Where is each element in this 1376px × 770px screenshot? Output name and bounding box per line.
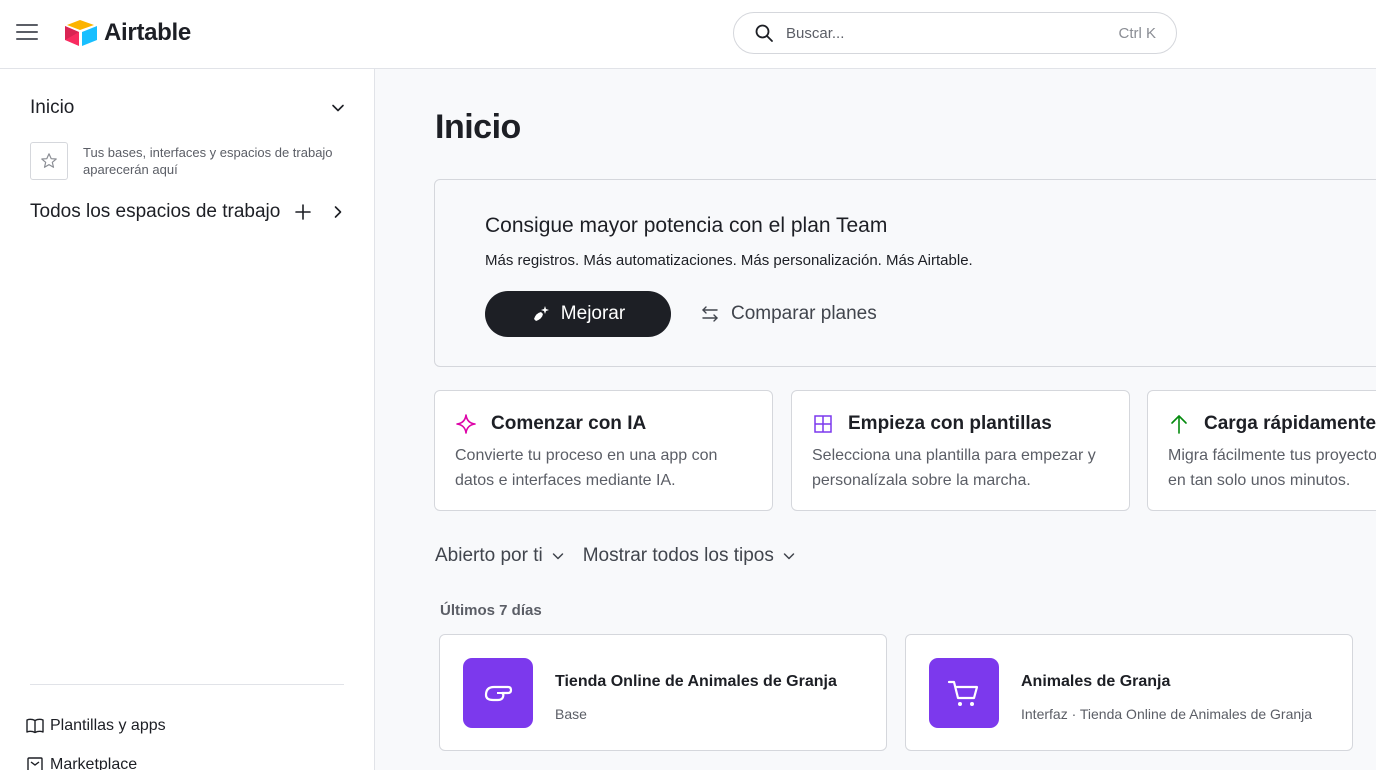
cart-icon: [947, 680, 979, 706]
item-title: Animales de Granja: [1021, 673, 1171, 690]
upgrade-banner: Consigue mayor potencia con el plan Team…: [434, 179, 1376, 367]
star-box: [30, 142, 68, 180]
card-description: Selecciona una plantilla para empezar y …: [812, 447, 1096, 489]
sidebar: Inicio Tus bases, interfaces y espacios …: [0, 69, 375, 770]
filter-types[interactable]: Mostrar todos los tipos: [583, 545, 796, 567]
card-title: Carga rápidamente: [1204, 413, 1376, 434]
chevron-right-icon[interactable]: [330, 204, 346, 220]
search-input[interactable]: Buscar...: [786, 25, 1119, 42]
sidebar-link-label: Plantillas y apps: [50, 717, 166, 734]
chevron-down-icon: [552, 553, 563, 560]
card-description: Convierte tu proceso en una app con dato…: [455, 447, 718, 489]
search-shortcut: Ctrl K: [1118, 24, 1157, 42]
airtable-logo[interactable]: Airtable: [64, 17, 191, 49]
item-title: Tienda Online de Animales de Granja: [555, 673, 837, 690]
sparkle-icon: [456, 414, 476, 434]
chevron-down-icon[interactable]: [330, 100, 346, 116]
swap-arrows-icon: [702, 306, 718, 322]
book-icon: [26, 718, 44, 734]
plus-icon[interactable]: [294, 203, 312, 221]
upgrade-subtitle: Más registros. Más automatizaciones. Más…: [485, 252, 973, 269]
compare-plans-button[interactable]: Comparar planes: [701, 291, 877, 337]
filter-opened-by[interactable]: Abierto por ti: [435, 545, 565, 567]
filter-label: Mostrar todos los tipos: [582, 545, 774, 566]
search-icon: [755, 24, 773, 42]
filter-label: Abierto por ti: [435, 545, 543, 566]
sidebar-home-label: Inicio: [30, 97, 75, 118]
upgrade-button-label: Mejorar: [560, 303, 626, 324]
filters-bar: Abierto por ti Mostrar todos los tipos: [435, 545, 814, 567]
compare-plans-label: Comparar planes: [731, 303, 877, 324]
item-icon-tile: [929, 658, 999, 728]
sidebar-home-section[interactable]: Inicio: [30, 97, 346, 119]
sidebar-empty-state: Tus bases, interfaces y espacios de trab…: [30, 142, 350, 180]
recent-item-interface[interactable]: Animales de Granja Interfaz · Tienda Onl…: [905, 634, 1353, 751]
card-header: Empieza con plantillas: [812, 413, 1052, 435]
upgrade-title: Consigue mayor potencia con el plan Team: [485, 214, 888, 237]
search-bar[interactable]: Buscar... Ctrl K: [733, 12, 1177, 54]
sidebar-workspaces[interactable]: Todos los espacios de trabajo: [30, 201, 346, 223]
upgrade-button[interactable]: Mejorar: [485, 291, 671, 337]
app-name: Airtable: [104, 19, 191, 46]
item-subtitle: Interfaz · Tienda Online de Animales de …: [1021, 706, 1313, 722]
airtable-logo-icon: [65, 20, 97, 46]
card-quick-upload[interactable]: Carga rápidamente Migra fácilmente tus p…: [1147, 390, 1376, 511]
card-title: Comenzar con IA: [491, 413, 647, 434]
hand-point-icon: [484, 685, 513, 702]
grid-icon: [814, 415, 832, 433]
top-bar: Airtable Buscar... Ctrl K: [0, 0, 1376, 69]
rocket-sparkle-icon: [533, 306, 549, 321]
card-header: Carga rápidamente: [1168, 413, 1376, 435]
workspaces-label: Todos los espacios de trabajo: [30, 201, 281, 222]
sidebar-link-label: Marketplace: [50, 756, 138, 770]
card-description-text: Migra fácilmente tus proyectos existente…: [1168, 447, 1376, 489]
recent-item-base[interactable]: Tienda Online de Animales de Granja Base: [439, 634, 887, 751]
sidebar-empty-text: Tus bases, interfaces y espacios de trab…: [83, 145, 333, 177]
section-label-recent: Últimos 7 días: [440, 602, 542, 619]
item-icon-tile: [463, 658, 533, 728]
card-header: Comenzar con IA: [455, 413, 646, 435]
card-title: Empieza con plantillas: [848, 413, 1052, 434]
chevron-down-icon: [783, 553, 795, 560]
item-subtitle: Base: [555, 706, 587, 722]
arrow-up-icon: [1171, 415, 1187, 434]
page-title: Inicio: [435, 108, 521, 146]
store-icon: [27, 757, 43, 770]
sidebar-link-templates[interactable]: Plantillas y apps: [25, 716, 166, 736]
sidebar-divider: [30, 684, 344, 685]
card-start-with-templates[interactable]: Empieza con plantillas Selecciona una pl…: [791, 390, 1130, 511]
menu-icon[interactable]: [16, 24, 38, 42]
card-description: Migra fácilmente tus proyectos existente…: [1168, 443, 1376, 493]
star-icon: [41, 153, 57, 168]
card-start-with-ai[interactable]: Comenzar con IA Convierte tu proceso en …: [434, 390, 773, 511]
sidebar-link-marketplace[interactable]: Marketplace: [25, 755, 137, 770]
